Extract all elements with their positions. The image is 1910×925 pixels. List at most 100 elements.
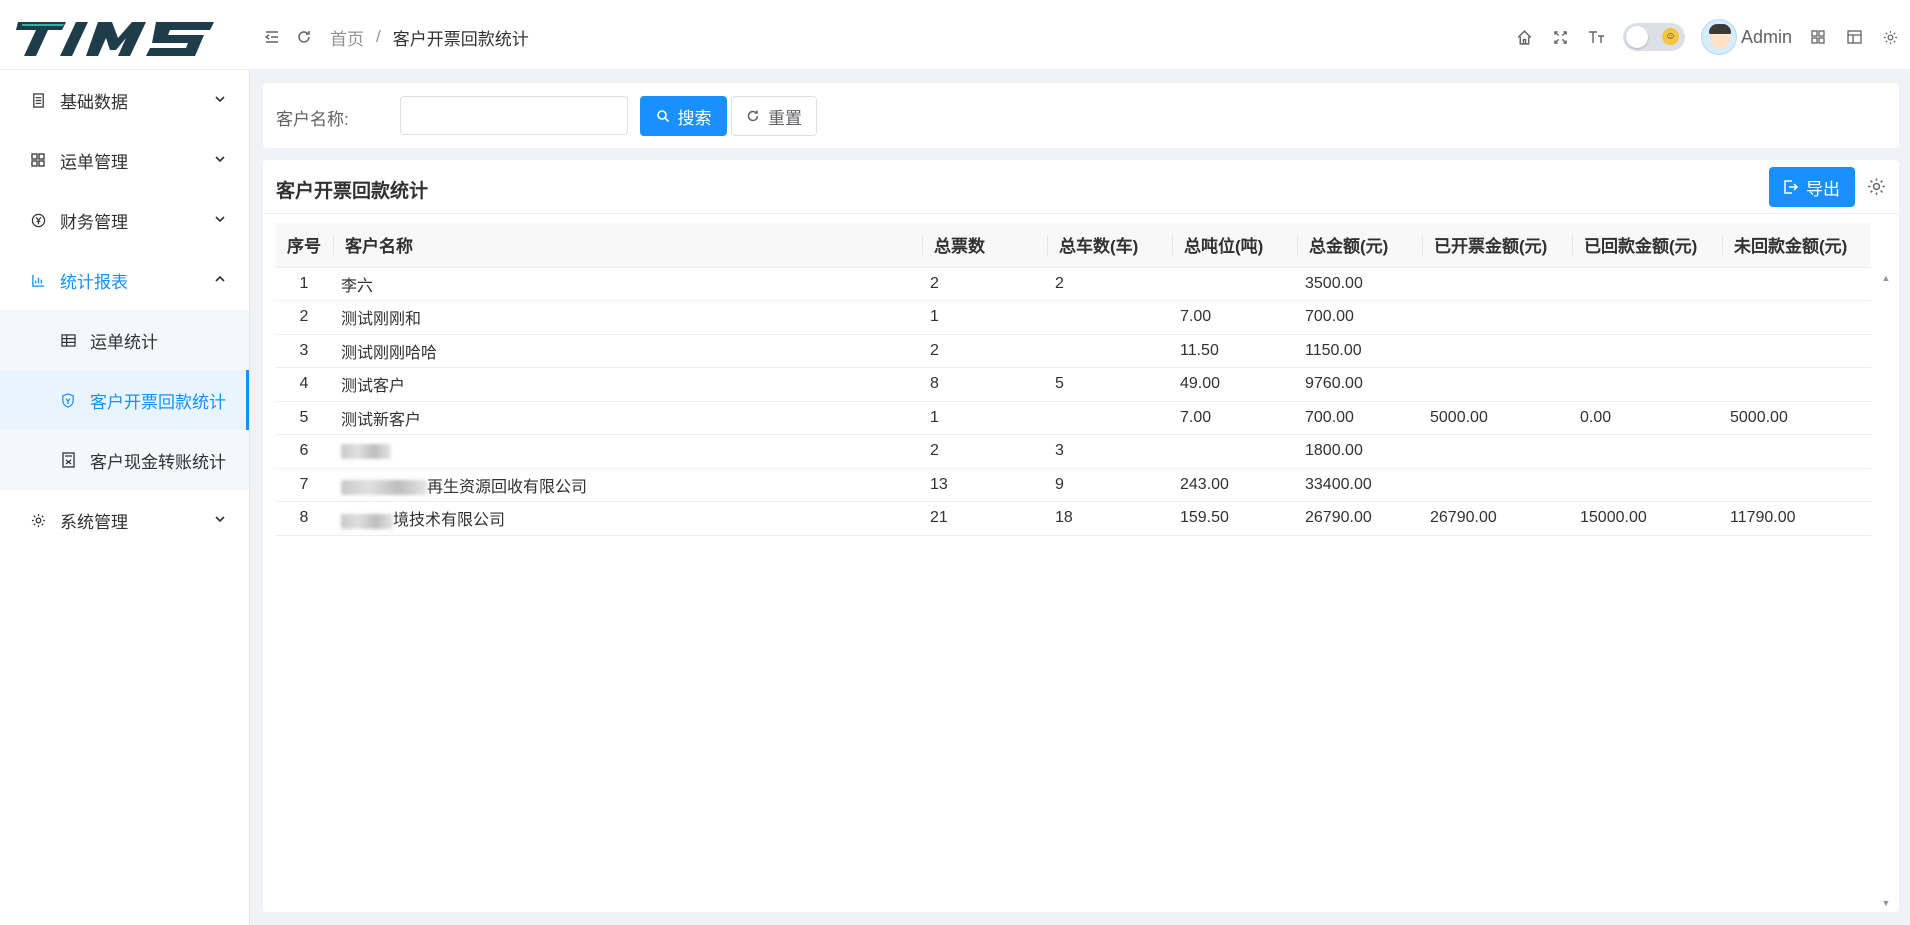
table-cell: 159.50 xyxy=(1172,501,1297,536)
sidebar-item-waybill-stats[interactable]: 运单统计 xyxy=(0,310,249,370)
table-cell xyxy=(1722,334,1871,368)
breadcrumb-home[interactable]: 首页 xyxy=(330,25,364,50)
table-cell: 3 xyxy=(1047,434,1172,469)
table-cell xyxy=(1572,300,1722,335)
table-cell: 5000.00 xyxy=(1422,401,1572,435)
settings-gear-icon[interactable] xyxy=(1880,27,1900,47)
font-size-icon[interactable] xyxy=(1587,27,1607,47)
sidebar-item-label: 统计报表 xyxy=(60,272,128,292)
table-cell xyxy=(1422,300,1572,335)
table-cell: 1 xyxy=(275,267,333,301)
table-cell xyxy=(1047,300,1172,335)
column-header: 已回款金额(元) xyxy=(1572,223,1722,268)
sidebar-item-reports[interactable]: 统计报表 xyxy=(0,250,249,310)
table-cell xyxy=(1722,267,1871,301)
table-cell: 13 xyxy=(922,468,1047,502)
theme-toggle[interactable]: ☺ xyxy=(1622,23,1685,51)
menu-fold-icon[interactable] xyxy=(262,27,282,47)
table-cell xyxy=(1047,401,1172,435)
table-cell: 15000.00 xyxy=(1572,501,1722,536)
search-form: 客户名称: 搜索 重置 xyxy=(263,83,1899,148)
table-cell xyxy=(1422,468,1572,502)
table-row[interactable]: 8 境技术有限公司 21 18 159.50 26790.00 26790.00… xyxy=(275,501,1871,536)
table-row[interactable]: 1 李六 2 2 3500.00 xyxy=(275,267,1871,301)
table-cell: 49.00 xyxy=(1172,367,1297,402)
layout-panel-icon[interactable] xyxy=(1844,27,1864,47)
sidebar-item-label: 运单统计 xyxy=(90,332,158,352)
export-button[interactable]: 导出 xyxy=(1769,167,1855,207)
sidebar-item-label: 财务管理 xyxy=(60,212,128,232)
table-cell: 6 xyxy=(275,434,333,469)
table-cell: 5 xyxy=(1047,367,1172,402)
table-cell: 测试刚刚和 xyxy=(333,300,922,335)
table-row[interactable]: 4 测试客户 8 5 49.00 9760.00 xyxy=(275,367,1871,402)
table-cell: 9760.00 xyxy=(1297,367,1422,402)
breadcrumb: 首页 / 客户开票回款统计 xyxy=(330,25,529,50)
table-cell xyxy=(1572,434,1722,469)
redacted-text xyxy=(341,480,427,496)
table-cell-customer: 境技术有限公司 xyxy=(333,501,922,536)
chevron-up-icon xyxy=(215,275,225,282)
table-cell: 李六 xyxy=(333,267,922,301)
table-cell: 5000.00 xyxy=(1722,401,1871,435)
table-cell: 18 xyxy=(1047,501,1172,536)
shield-icon xyxy=(60,392,76,408)
redacted-text xyxy=(341,443,391,459)
reset-button[interactable]: 重置 xyxy=(731,96,817,136)
table-cell xyxy=(1172,434,1297,469)
refresh-icon[interactable] xyxy=(294,27,314,47)
table-cell: 7.00 xyxy=(1172,401,1297,435)
scroll-down-arrow[interactable]: ▼ xyxy=(1881,898,1891,908)
table-cell xyxy=(1172,267,1297,301)
column-header: 未回款金额(元) xyxy=(1722,223,1871,268)
table-cell: 3500.00 xyxy=(1297,267,1422,301)
table-row[interactable]: 7 再生资源回收有限公司 13 9 243.00 33400.00 xyxy=(275,468,1871,502)
table-row[interactable]: 2 测试刚刚和 1 7.00 700.00 xyxy=(275,300,1871,335)
layout-grid-icon[interactable] xyxy=(1808,27,1828,47)
table-row[interactable]: 3 测试刚刚哈哈 2 11.50 1150.00 xyxy=(275,334,1871,368)
table-cell xyxy=(1047,334,1172,368)
scroll-up-arrow[interactable]: ▲ xyxy=(1881,273,1891,283)
sidebar: 基础数据 运单管理 财务管理 统计报表 运单统计 客户开票回款统计 客户现金转账… xyxy=(0,70,250,925)
top-header: 首页 / 客户开票回款统计 ☺ Admin xyxy=(0,0,1910,70)
table-cell: 26790.00 xyxy=(1422,501,1572,536)
header-left: 首页 / 客户开票回款统计 xyxy=(262,0,529,74)
sidebar-item-finance[interactable]: 财务管理 xyxy=(0,190,249,250)
table-cell xyxy=(1572,334,1722,368)
table-cell: 2 xyxy=(1047,267,1172,301)
tims-logo[interactable] xyxy=(14,16,214,60)
table-cell: 700.00 xyxy=(1297,300,1422,335)
chevron-down-icon xyxy=(215,156,225,163)
column-header: 总车数(车) xyxy=(1047,223,1172,268)
table-cell xyxy=(1722,300,1871,335)
table-cell: 4 xyxy=(275,367,333,402)
grid-icon xyxy=(30,152,46,168)
sidebar-item-cash-transfer-stats[interactable]: 客户现金转账统计 xyxy=(0,430,249,490)
table-cell: 测试客户 xyxy=(333,367,922,402)
home-icon[interactable] xyxy=(1515,27,1535,47)
customer-name-input[interactable] xyxy=(400,96,628,135)
sidebar-item-basic-data[interactable]: 基础数据 xyxy=(0,70,249,130)
table-cell: 1 xyxy=(922,300,1047,335)
table-cell: 11.50 xyxy=(1172,334,1297,368)
sidebar-item-system[interactable]: 系统管理 xyxy=(0,490,249,550)
column-header: 总票数 xyxy=(922,223,1047,268)
sidebar-item-waybill[interactable]: 运单管理 xyxy=(0,130,249,190)
fullscreen-icon[interactable] xyxy=(1551,27,1571,47)
table-row[interactable]: 6 2 3 1800.00 xyxy=(275,434,1871,469)
database-icon xyxy=(30,92,46,108)
export-icon xyxy=(1784,180,1798,194)
table-cell: 700.00 xyxy=(1297,401,1422,435)
table-cell xyxy=(1722,434,1871,469)
user-menu[interactable]: Admin xyxy=(1700,19,1792,55)
search-button[interactable]: 搜索 xyxy=(640,96,727,136)
customer-name-label: 客户名称: xyxy=(276,110,349,129)
table-cell: 7.00 xyxy=(1172,300,1297,335)
table-cell: 8 xyxy=(922,367,1047,402)
table-cell: 1150.00 xyxy=(1297,334,1422,368)
reset-button-label: 重置 xyxy=(768,108,802,128)
column-settings-icon[interactable] xyxy=(1865,175,1887,197)
table-row[interactable]: 5 测试新客户 1 7.00 700.00 5000.00 0.00 5000.… xyxy=(275,401,1871,435)
sidebar-item-invoice-payment-stats[interactable]: 客户开票回款统计 xyxy=(0,370,249,430)
table-cell: 1 xyxy=(922,401,1047,435)
